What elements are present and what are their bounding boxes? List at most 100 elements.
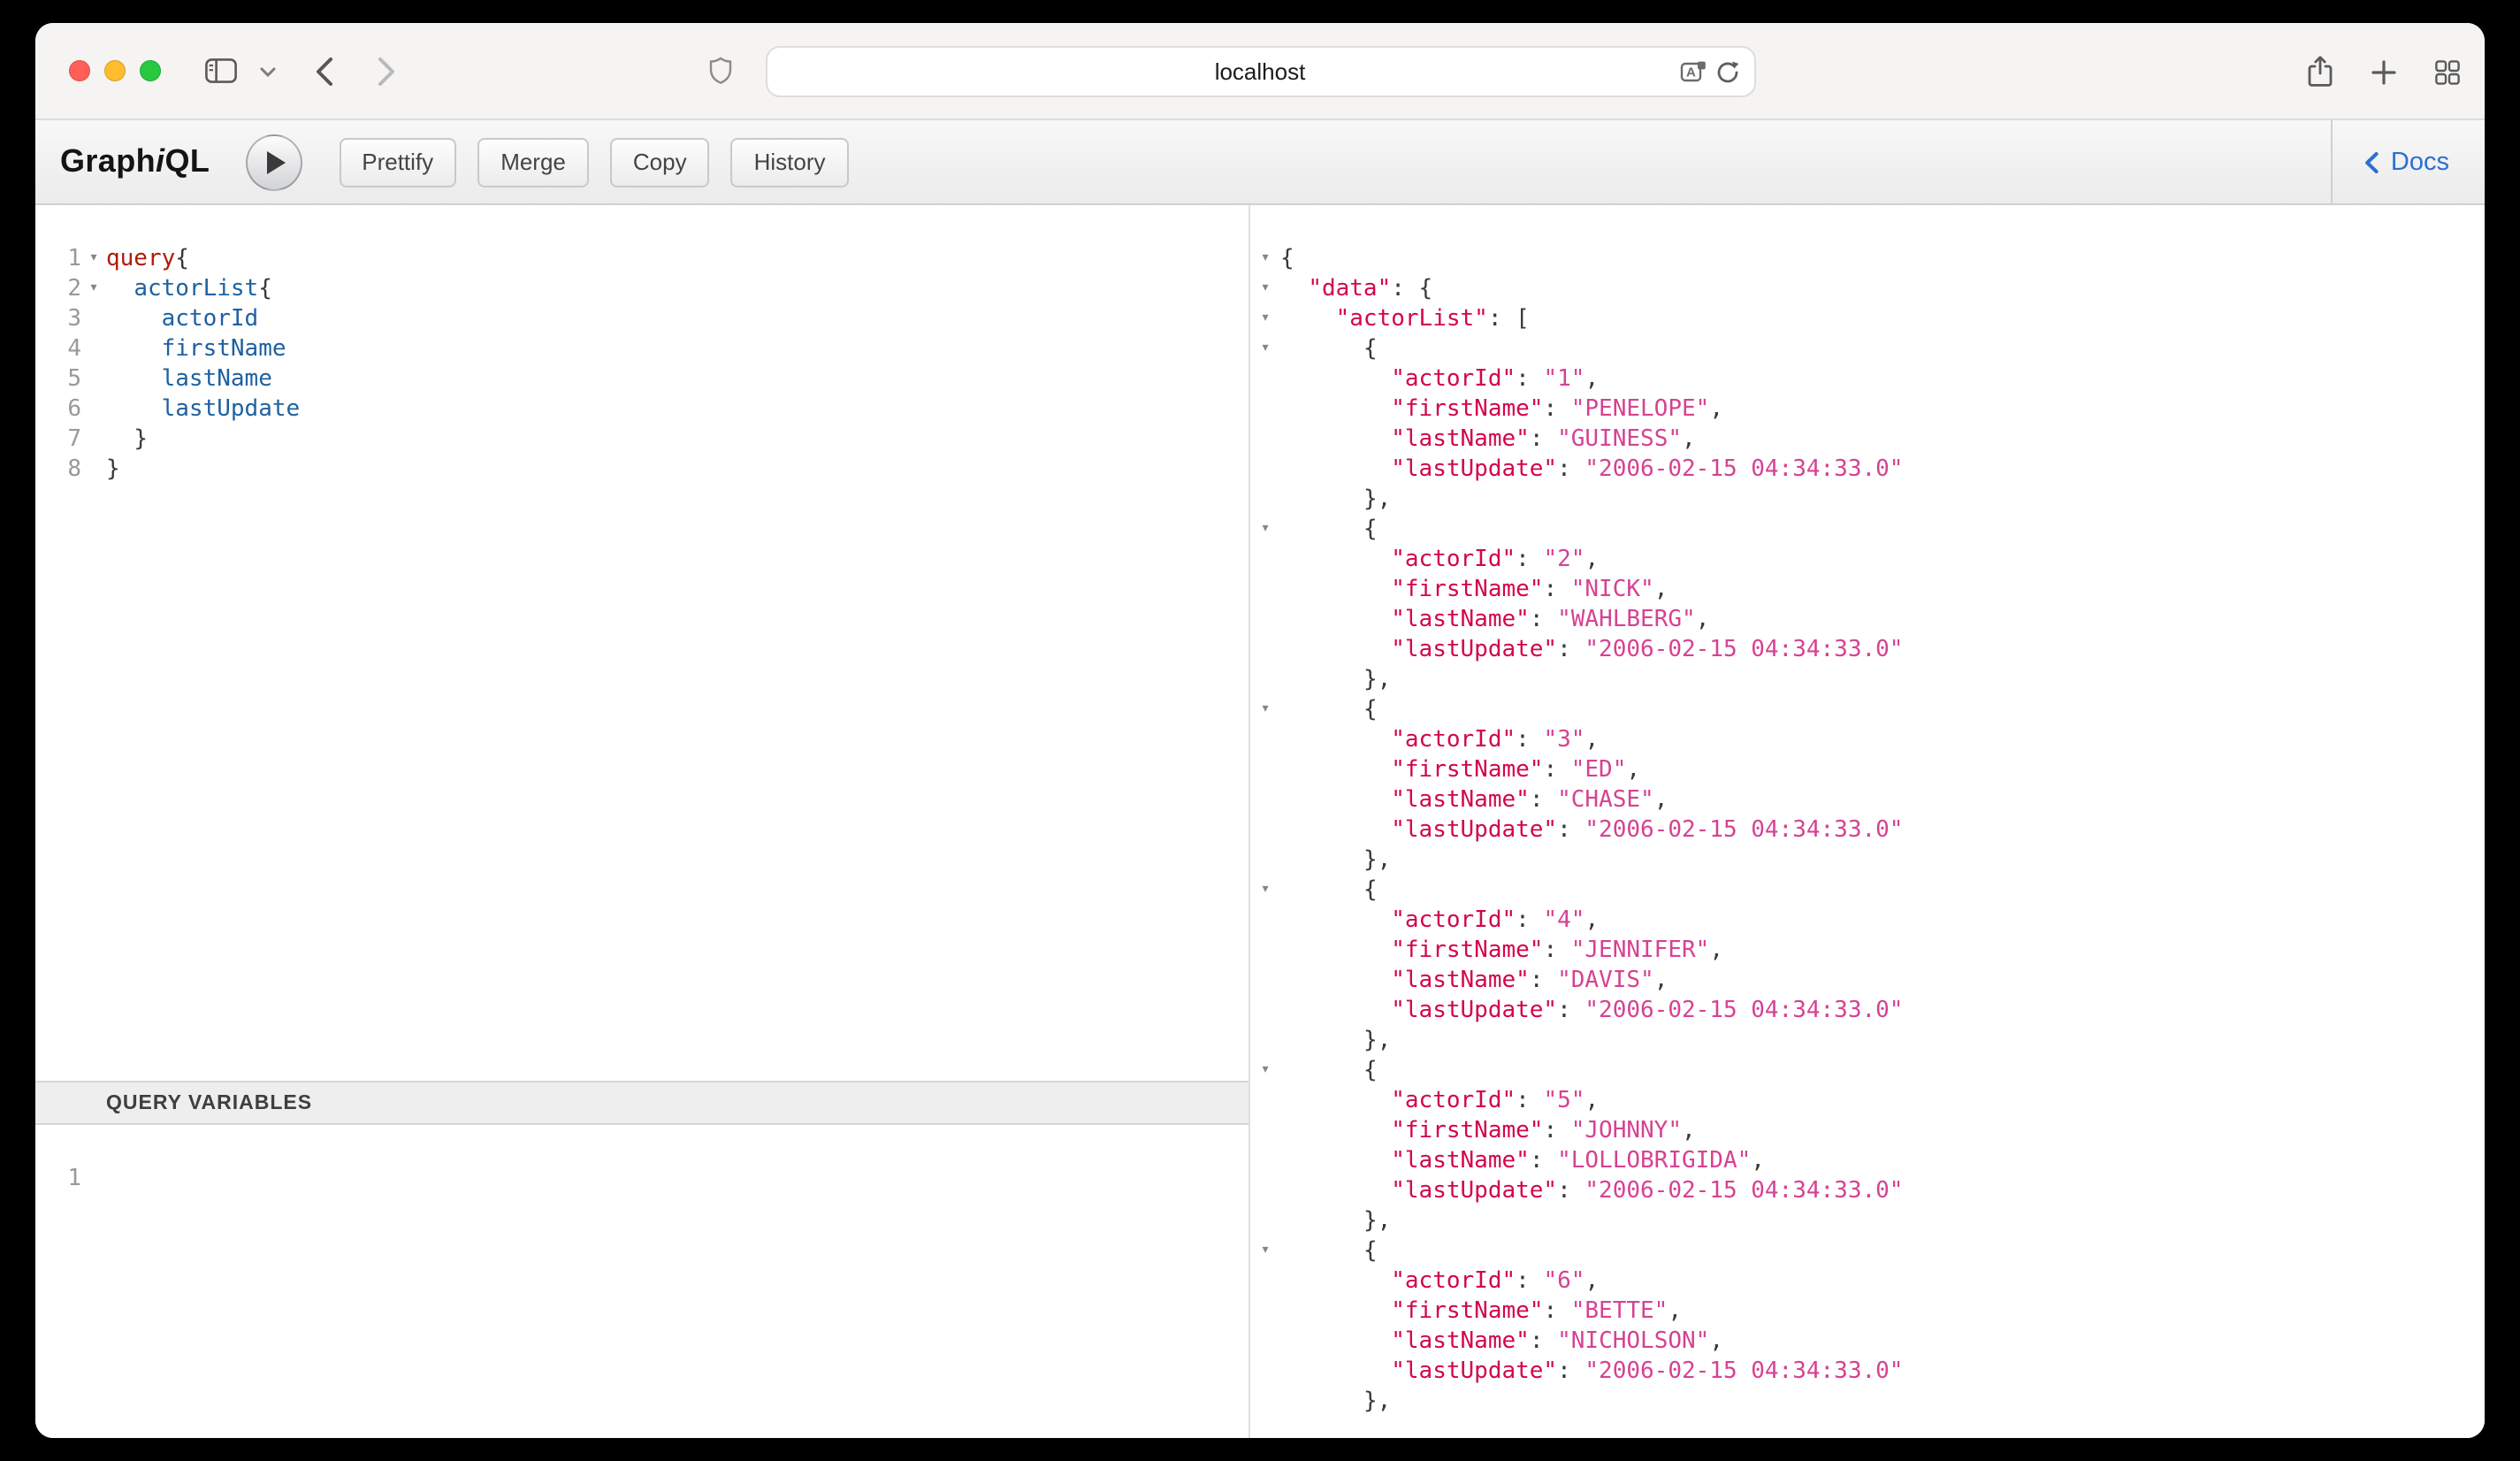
fold-toggle[interactable]: ▾ [1250, 334, 1280, 364]
token: lastUpdate [162, 396, 301, 423]
result-line: ▾ { [1250, 334, 2485, 364]
token: : [1557, 817, 1585, 844]
fold-toggle[interactable]: ▾ [1250, 1236, 1280, 1266]
fold-toggle[interactable]: ▾ [1250, 244, 1280, 274]
token [1280, 577, 1391, 603]
token: "DAVIS" [1557, 968, 1654, 994]
back-icon[interactable] [315, 57, 334, 87]
fold-toggle[interactable]: ▾ [1250, 695, 1280, 725]
code-text: }, [1280, 1026, 1391, 1056]
line-number: 8 [35, 455, 81, 485]
browser-window: localhost A [35, 23, 2485, 1438]
code-text: { [1280, 695, 1378, 725]
code-line: 4 firstName [35, 334, 1249, 364]
query-editor[interactable]: 1▾query{2▾ actorList{3 actorId4 firstNam… [35, 205, 1249, 1081]
fold-toggle[interactable]: ▾ [1250, 1056, 1280, 1086]
result-line: "firstName": "PENELOPE", [1250, 394, 2485, 425]
new-tab-icon[interactable] [2371, 60, 2396, 85]
history-button[interactable]: History [731, 137, 849, 187]
query-variables-title[interactable]: QUERY VARIABLES [35, 1081, 1249, 1125]
reload-icon[interactable] [1714, 48, 1739, 96]
token: "5" [1543, 1088, 1585, 1114]
code-text: "firstName": "NICK", [1280, 575, 1668, 605]
zoom-button[interactable] [140, 60, 161, 81]
token: , [1585, 547, 1599, 573]
result-line: }, [1250, 1206, 2485, 1236]
privacy-shield-icon[interactable] [709, 57, 732, 85]
fold-gutter [81, 364, 106, 394]
token: { [1280, 246, 1294, 272]
token: { [1363, 1058, 1378, 1084]
token: actorList [134, 276, 258, 302]
token: { [1363, 516, 1378, 543]
token: } [106, 456, 120, 483]
token: , [1682, 1118, 1696, 1144]
share-icon[interactable] [2308, 55, 2333, 88]
token: "JOHNNY" [1571, 1118, 1682, 1144]
code-line: 5 lastName [35, 364, 1249, 394]
variables-editor[interactable]: 1 [35, 1125, 1249, 1438]
result-line: "lastName": "DAVIS", [1250, 966, 2485, 996]
token: "lastName" [1391, 968, 1530, 994]
logo-text: Graph [60, 143, 156, 179]
docs-button[interactable]: Docs [2331, 120, 2485, 203]
result-line: "lastName": "GUINESS", [1250, 425, 2485, 455]
token: : [1530, 426, 1557, 453]
execute-button[interactable] [245, 134, 302, 190]
result-line: "actorId": "5", [1250, 1086, 2485, 1116]
token [1280, 1178, 1391, 1205]
token: "2006-02-15 04:34:33.0" [1585, 1358, 1903, 1385]
close-button[interactable] [69, 60, 90, 81]
token: "2006-02-15 04:34:33.0" [1585, 637, 1903, 663]
token: "2006-02-15 04:34:33.0" [1585, 1178, 1903, 1205]
tab-overview-icon[interactable] [2435, 60, 2460, 85]
token: "actorId" [1391, 1268, 1516, 1295]
token: "CHASE" [1557, 787, 1654, 814]
code-text: "lastName": "DAVIS", [1280, 966, 1668, 996]
result-line: "lastName": "CHASE", [1250, 785, 2485, 815]
token: , [1654, 787, 1669, 814]
merge-button[interactable]: Merge [477, 137, 589, 187]
copy-button[interactable]: Copy [610, 137, 710, 187]
token: }, [1363, 847, 1391, 874]
fold-toggle[interactable]: ▾ [1250, 876, 1280, 906]
token: }, [1363, 1388, 1391, 1415]
token: "actorId" [1391, 907, 1516, 934]
result-line: "firstName": "JOHNNY", [1250, 1116, 2485, 1146]
result-viewer[interactable]: ▾{▾ "data": {▾ "actorList": [▾ { "actorI… [1250, 205, 2485, 1438]
line-number: 5 [35, 364, 81, 394]
token: "firstName" [1391, 757, 1543, 784]
fold-gutter [81, 1164, 106, 1194]
code-text: "lastName": "CHASE", [1280, 785, 1668, 815]
fold-gutter [1250, 966, 1280, 996]
result-line: "lastUpdate": "2006-02-15 04:34:33.0" [1250, 1357, 2485, 1387]
code-text: { [1280, 876, 1378, 906]
token [1280, 516, 1363, 543]
prettify-button[interactable]: Prettify [339, 137, 456, 187]
code-text: { [1280, 1056, 1378, 1086]
fold-toggle[interactable]: ▾ [1250, 515, 1280, 545]
chevron-down-icon[interactable] [260, 67, 276, 78]
fold-gutter [1250, 1297, 1280, 1327]
minimize-button[interactable] [104, 60, 126, 81]
svg-text:A: A [1685, 65, 1695, 80]
fold-toggle[interactable]: ▾ [1250, 274, 1280, 304]
result-line: "actorId": "4", [1250, 906, 2485, 936]
token [1280, 877, 1363, 904]
translate-icon[interactable]: A [1679, 48, 1706, 96]
address-bar[interactable]: localhost A [765, 46, 1755, 97]
fold-toggle[interactable]: ▾ [1250, 304, 1280, 334]
result-line: "lastName": "WAHLBERG", [1250, 605, 2485, 635]
token: }, [1363, 486, 1391, 513]
token: "lastName" [1391, 607, 1530, 633]
token: } [134, 426, 148, 453]
fold-toggle[interactable]: ▾ [81, 274, 106, 304]
fold-toggle[interactable]: ▾ [81, 244, 106, 274]
sidebar-icon[interactable] [205, 58, 237, 83]
code-text: "lastUpdate": "2006-02-15 04:34:33.0" [1280, 1176, 1903, 1206]
line-number: 3 [35, 304, 81, 334]
forward-icon[interactable] [377, 57, 396, 87]
token: { [258, 276, 272, 302]
token: : [1530, 968, 1557, 994]
token: , [1585, 366, 1599, 393]
